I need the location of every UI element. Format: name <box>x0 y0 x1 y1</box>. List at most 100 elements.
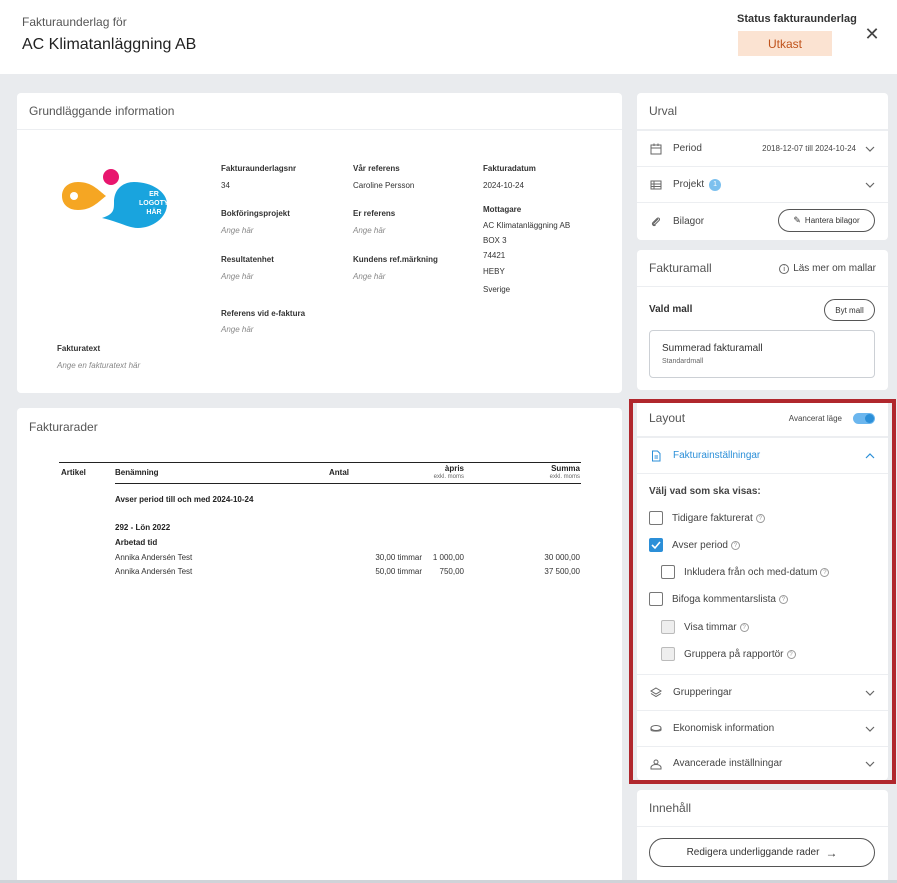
table-icon <box>649 178 663 192</box>
checkbox-tidigare-fakturerat[interactable] <box>649 511 663 525</box>
layout-title-text: Layout <box>649 411 686 425</box>
mottagare-line: 74421 <box>483 251 506 260</box>
fakturatext-field[interactable]: Ange en fakturatext här <box>57 361 140 370</box>
layers-icon <box>649 686 663 700</box>
referens-efaktura-field[interactable]: Ange här <box>221 325 253 334</box>
mottagare-line: BOX 3 <box>483 236 507 245</box>
bokforingsprojekt-label: Bokföringsprojekt <box>221 209 290 218</box>
chevron-down-icon[interactable] <box>864 179 876 191</box>
chevron-down-icon[interactable] <box>864 687 876 699</box>
kundens-ref-field[interactable]: Ange här <box>353 272 385 281</box>
kundens-ref-label: Kundens ref.märkning <box>353 255 438 264</box>
urval-title: Urval <box>637 93 888 130</box>
close-icon[interactable]: ✕ <box>862 24 882 44</box>
row-antal: 30,00 timmar <box>375 553 422 562</box>
row-antal: 50,00 timmar <box>375 567 422 576</box>
arrow-right-icon: → <box>825 845 838 860</box>
template-name: Summerad fakturamall <box>662 343 763 354</box>
document-icon <box>649 449 663 463</box>
header-title: AC Klimatanläggning AB <box>22 36 197 53</box>
checkbox-gruppera-rapportor[interactable] <box>661 647 675 661</box>
option-label: Inkludera från och med-datum? <box>684 567 830 578</box>
mottagare-line: HEBY <box>483 267 505 276</box>
ekonomisk-row[interactable]: Ekonomisk information <box>637 710 888 746</box>
fakturatext-label: Fakturatext <box>57 344 101 353</box>
resultatenhet-field[interactable]: Ange här <box>221 272 253 281</box>
help-icon: ? <box>786 650 796 659</box>
byt-mall-button[interactable]: Byt mall <box>824 299 875 321</box>
col-summa: Summa <box>551 464 580 473</box>
avancerat-toggle[interactable] <box>853 413 875 424</box>
check-icon <box>651 541 661 550</box>
grupperingar-label: Grupperingar <box>673 687 732 698</box>
template-subtitle: Standardmall <box>662 358 704 365</box>
fakturaunderlagsnr-value: 34 <box>221 181 230 190</box>
info-link[interactable]: i Läs mer om mallar <box>779 263 876 274</box>
logo-text: ER LOGOTYP HÄR <box>139 191 174 216</box>
help-icon: ? <box>739 623 749 632</box>
projekt-row[interactable]: Projekt 1 <box>637 166 888 202</box>
redigera-rader-label: Redigera underliggande rader <box>686 847 820 858</box>
status-label: Status fakturaunderlag <box>737 13 857 25</box>
col-antal: Antal <box>329 468 349 477</box>
fakturadatum-label: Fakturadatum <box>483 164 536 173</box>
header-label: Fakturaunderlag för <box>22 15 127 29</box>
hantera-bilagor-button[interactable]: ✎ Hantera bilagor <box>778 209 875 232</box>
paperclip-icon <box>649 215 663 229</box>
info-icon: i <box>779 263 790 274</box>
mottagare-label: Mottagare <box>483 205 522 214</box>
group-title: 292 - Lön 2022 <box>115 523 171 532</box>
page-header: Fakturaunderlag för AC Klimatanläggning … <box>0 0 897 74</box>
grupperingar-row[interactable]: Grupperingar <box>637 674 888 710</box>
help-icon: ? <box>820 568 830 577</box>
urval-card: Urval Period 2018-12-07 till 2024-10-24 … <box>637 93 888 240</box>
period-text: Avser period till och med 2024-10-24 <box>115 495 254 504</box>
chevron-down-icon[interactable] <box>864 143 876 155</box>
vald-mall-label: Vald mall <box>649 304 693 315</box>
settings-icon <box>649 757 663 771</box>
table-top-line <box>59 462 581 463</box>
period-row[interactable]: Period 2018-12-07 till 2024-10-24 <box>637 130 888 166</box>
option-label: Gruppera på rapportör? <box>684 649 796 660</box>
checkbox-visa-timmar[interactable] <box>661 620 675 634</box>
fakturadatum-value[interactable]: 2024-10-24 <box>483 181 524 190</box>
fakturainst-row[interactable]: Fakturainställningar <box>637 437 888 473</box>
col-benamning: Benämning <box>115 468 159 477</box>
company-logo[interactable]: ER LOGOTYP HÄR <box>62 168 174 243</box>
chevron-up-icon[interactable] <box>864 450 876 462</box>
invoice-rows-title: Fakturarader <box>29 420 98 434</box>
basic-info-card: Grundläggande information ER LOGOTYP HÄR… <box>17 93 622 393</box>
chevron-down-icon[interactable] <box>864 723 876 735</box>
chevron-down-icon[interactable] <box>864 758 876 770</box>
referens-efaktura-label: Referens vid e-faktura <box>221 309 306 318</box>
help-icon: ? <box>755 514 765 523</box>
fakturainst-label: Fakturainställningar <box>673 450 761 461</box>
checkbox-bifoga-kommentarslista[interactable] <box>649 592 663 606</box>
var-referens-value[interactable]: Caroline Persson <box>353 181 414 190</box>
valj-label: Välj vad som ska visas: <box>649 486 761 497</box>
period-label: Period <box>673 143 702 154</box>
redigera-rader-button[interactable]: Redigera underliggande rader → <box>649 838 875 867</box>
selected-template-box[interactable]: Summerad fakturamall Standardmall <box>649 330 875 378</box>
row-apris: 1 000,00 <box>432 553 464 562</box>
ekonomisk-label: Ekonomisk information <box>673 723 775 734</box>
period-value: 2018-12-07 till 2024-10-24 <box>762 144 856 153</box>
option-label: Avser period? <box>672 540 740 551</box>
er-referens-field[interactable]: Ange här <box>353 226 385 235</box>
option-label: Visa timmar? <box>684 622 749 633</box>
avancerade-label: Avancerade inställningar <box>673 758 783 769</box>
mottagare-line: Sverige <box>483 285 511 294</box>
row-apris: 750,00 <box>439 567 464 576</box>
fakturaunderlagsnr-label: Fakturaunderlagsnr <box>221 164 297 173</box>
table-header-line <box>115 483 581 484</box>
bokforingsprojekt-field[interactable]: Ange här <box>221 226 253 235</box>
row-name: Annika Andersén Test <box>115 553 193 562</box>
row-summa: 30 000,00 <box>544 553 580 562</box>
col-summa-sub: exkl. moms <box>549 474 580 480</box>
checkbox-inkludera-fran[interactable] <box>661 565 675 579</box>
help-icon: ? <box>778 595 788 604</box>
edit-icon: ✎ <box>793 215 801 225</box>
avancerade-row[interactable]: Avancerade inställningar <box>637 746 888 780</box>
hantera-bilagor-label: Hantera bilagor <box>804 216 860 225</box>
checkbox-avser-period[interactable] <box>649 538 663 552</box>
